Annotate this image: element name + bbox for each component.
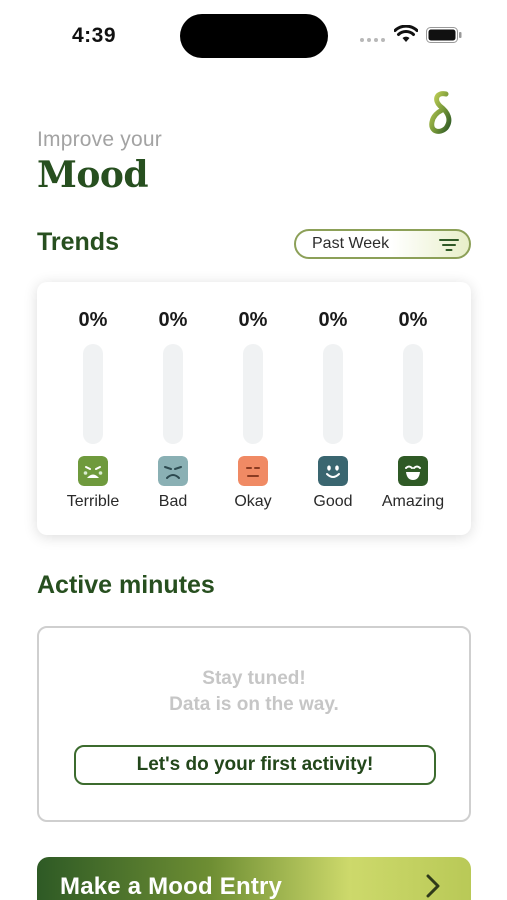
period-filter-label: Past Week: [312, 235, 390, 252]
cellular-signal-icon: [360, 38, 385, 42]
wifi-icon: [394, 25, 418, 42]
status-time: 4:39: [72, 24, 117, 47]
mood-bar-track: [323, 344, 343, 444]
mood-percent: 0%: [158, 309, 188, 331]
status-bar: 4:39: [0, 0, 507, 70]
filter-icon: [439, 239, 459, 251]
battery-icon: [426, 27, 462, 43]
trends-card: 0% Terrible 0% Bad 0% Okay 0% Good 0% Am…: [37, 282, 471, 535]
make-mood-entry-button[interactable]: Make a Mood Entry: [37, 857, 471, 900]
crying-face-icon: [78, 456, 108, 486]
mood-percent: 0%: [238, 309, 268, 331]
mood-column-bad[interactable]: 0% Bad: [133, 282, 213, 535]
mood-percent: 0%: [318, 309, 348, 331]
mood-bar-track: [83, 344, 103, 444]
empty-state-line2: Data is on the way.: [169, 694, 339, 715]
mood-column-okay[interactable]: 0% Okay: [213, 282, 293, 535]
chevron-right-icon: [426, 874, 440, 898]
empty-state-line1: Stay tuned!: [202, 668, 306, 689]
page-subtitle: Improve your: [37, 128, 162, 151]
mood-bar-track: [163, 344, 183, 444]
mood-bar-track: [403, 344, 423, 444]
first-activity-button[interactable]: Let's do your first activity!: [74, 745, 436, 785]
sad-face-icon: [158, 456, 188, 486]
mood-percent: 0%: [78, 309, 108, 331]
laughing-face-icon: [398, 456, 428, 486]
mood-label: Amazing: [381, 493, 445, 510]
trends-title: Trends: [37, 228, 119, 256]
dynamic-island: [180, 14, 328, 58]
period-filter-dropdown[interactable]: Past Week: [294, 229, 471, 259]
app-logo-icon: [429, 91, 452, 134]
active-minutes-title: Active minutes: [37, 571, 215, 599]
active-minutes-card: Stay tuned! Data is on the way. Let's do…: [37, 626, 471, 822]
smile-face-icon: [318, 456, 348, 486]
mood-column-good[interactable]: 0% Good: [293, 282, 373, 535]
mood-column-terrible[interactable]: 0% Terrible: [53, 282, 133, 535]
mood-bar-track: [243, 344, 263, 444]
mood-column-amazing[interactable]: 0% Amazing: [373, 282, 453, 535]
page-title: Mood: [37, 154, 149, 196]
mood-entry-label: Make a Mood Entry: [60, 873, 283, 900]
mood-percent: 0%: [398, 309, 428, 331]
neutral-face-icon: [238, 456, 268, 486]
